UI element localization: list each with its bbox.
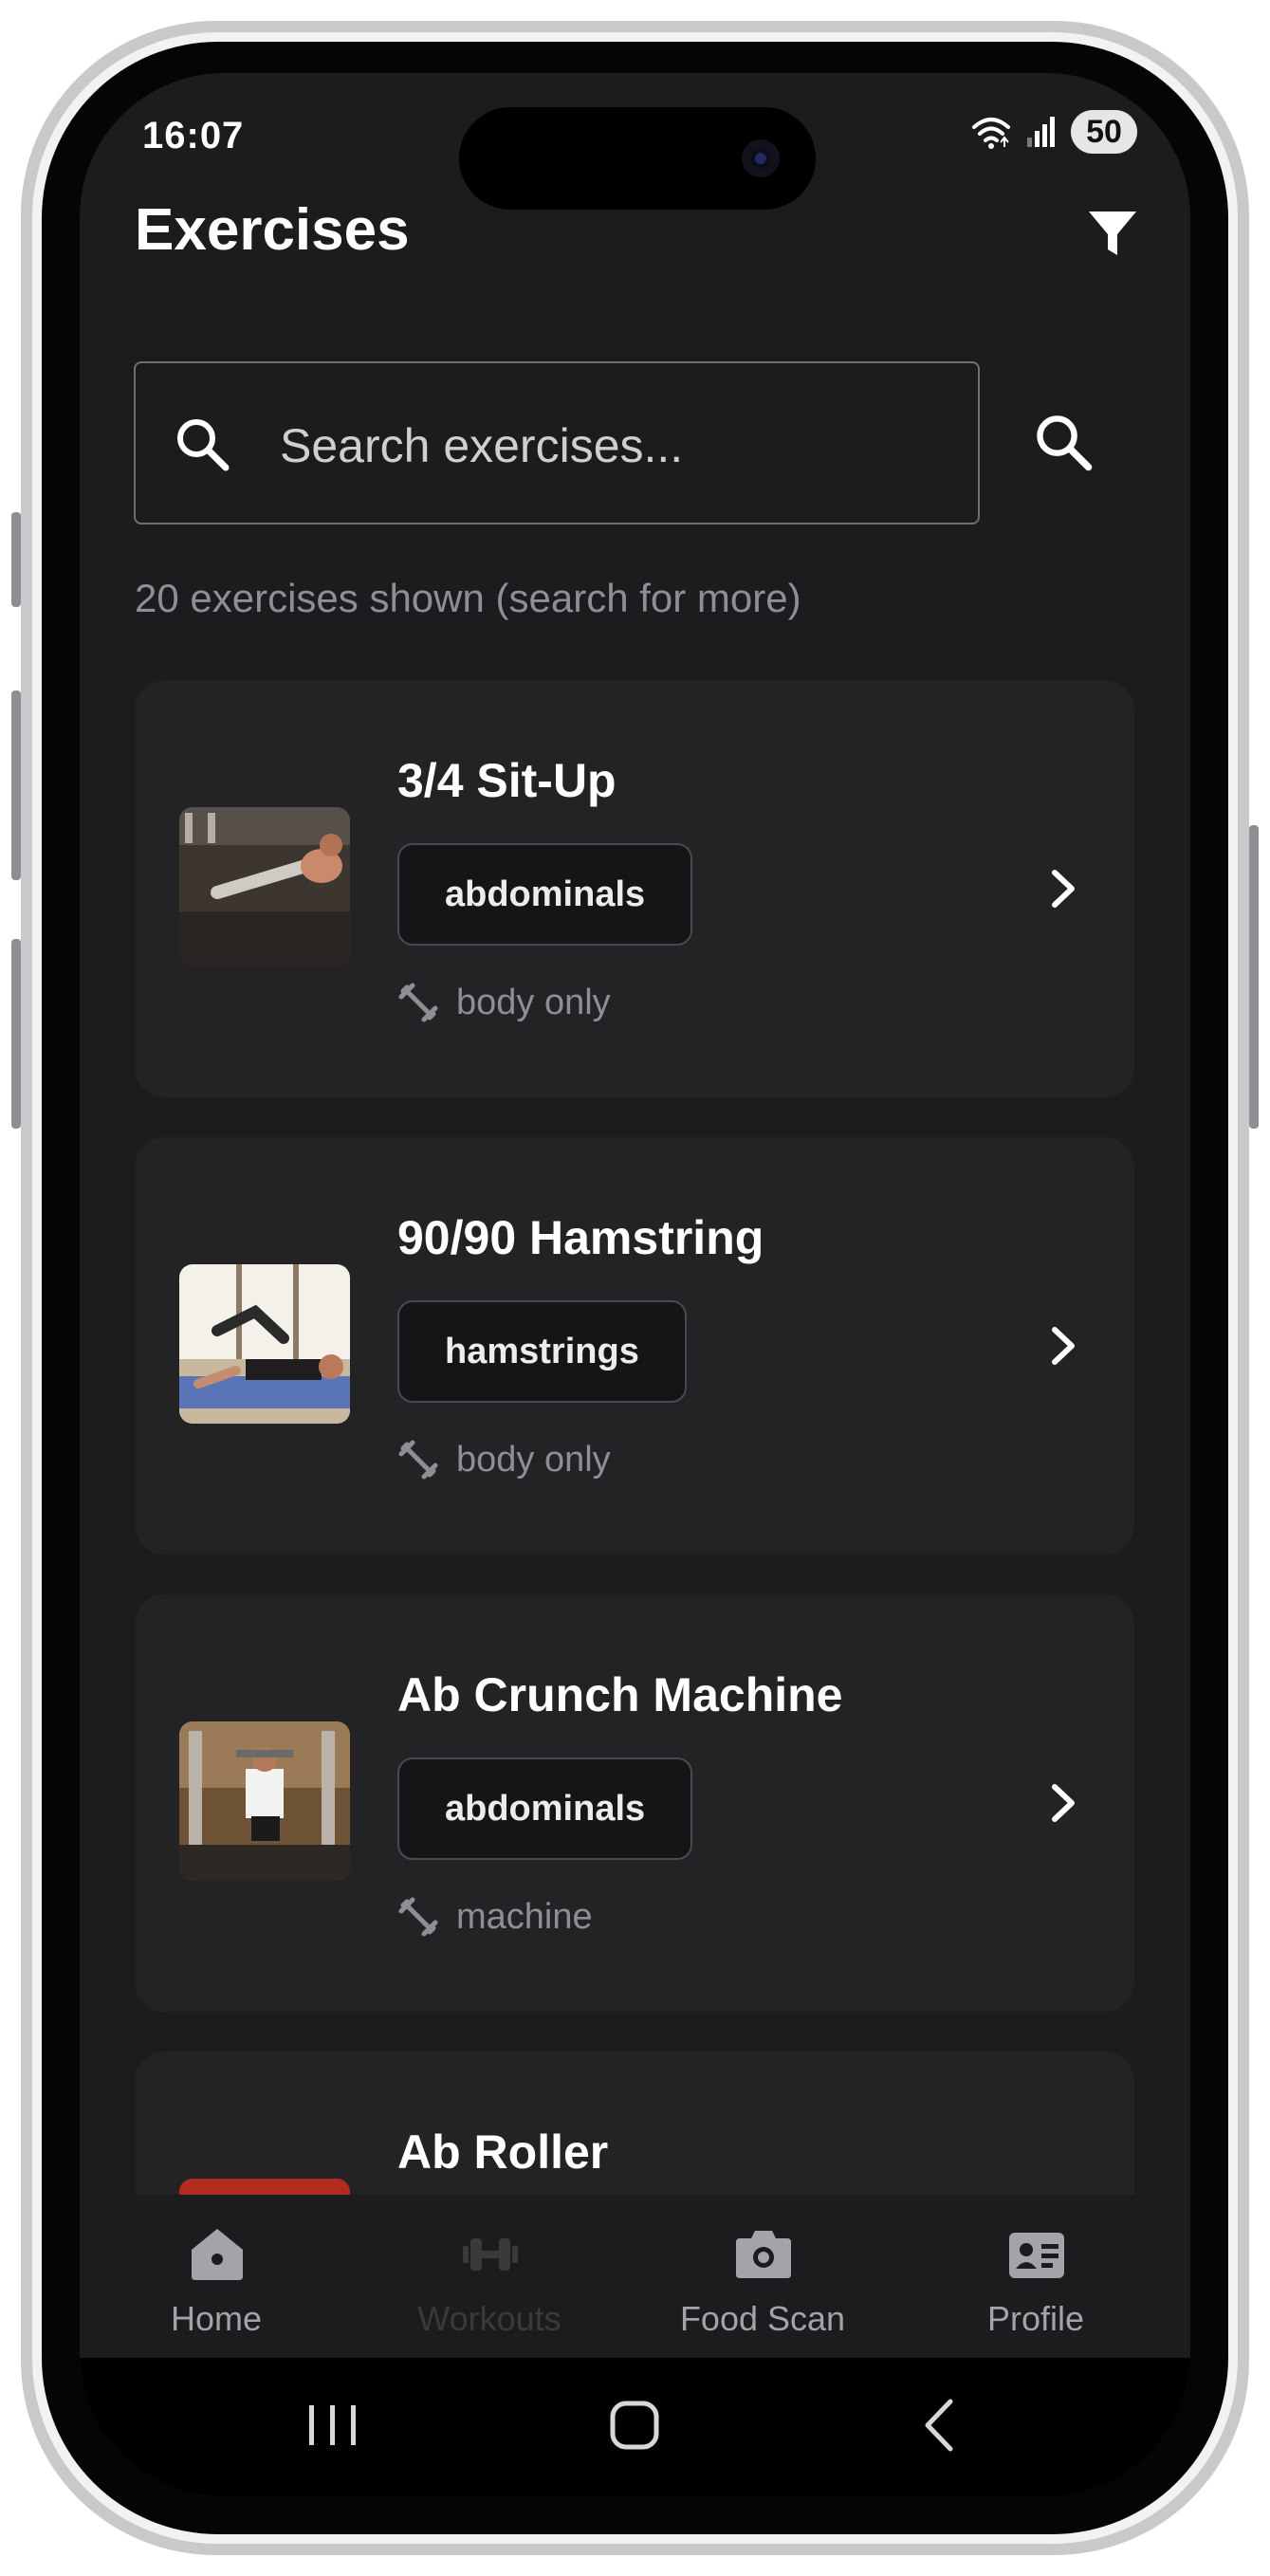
equipment-info: body only	[397, 1439, 611, 1481]
exercise-name: 90/90 Hamstring	[397, 1211, 764, 1264]
exercise-card[interactable]: 90/90 Hamstring hamstrings body only	[135, 1137, 1134, 1555]
muscle-tag: abdominals	[397, 1757, 693, 1860]
nav-label: Workouts	[417, 2299, 561, 2338]
nav-workouts[interactable]: Workouts	[357, 2197, 622, 2358]
power-button	[1249, 825, 1259, 1129]
exercise-thumbnail	[179, 2179, 350, 2195]
dumbbell-icon	[463, 2238, 518, 2271]
muscle-tag: abdominals	[397, 843, 693, 946]
id-card-icon	[1009, 2233, 1064, 2278]
wifi-icon	[972, 118, 1010, 149]
search-input[interactable]	[278, 401, 946, 490]
battery-indicator: 50	[1071, 110, 1137, 154]
dumbbell-icon	[398, 983, 438, 1022]
nav-label: Profile	[986, 2299, 1085, 2338]
volume-down-button	[11, 939, 21, 1129]
chevron-right-icon	[1052, 1784, 1075, 1822]
filter-icon	[1089, 212, 1136, 255]
exercise-card[interactable]: Ab Crunch Machine abdominals machine	[135, 1594, 1134, 2012]
system-navigation-bar	[80, 2358, 1190, 2496]
status-time: 16:07	[142, 115, 245, 156]
dynamic-island	[459, 107, 816, 210]
page-title: Exercises	[135, 197, 410, 263]
exercise-name: Ab Roller	[397, 2125, 609, 2179]
back-icon[interactable]	[897, 2392, 983, 2458]
equipment-info: body only	[397, 982, 611, 1023]
equipment-info: machine	[397, 1896, 593, 1938]
exercise-list[interactable]: 3/4 Sit-Up abdominals body only 90/90 Ha…	[135, 680, 1134, 2195]
volume-up-button	[11, 690, 21, 880]
signal-icon	[1027, 117, 1055, 147]
exercise-name: Ab Crunch Machine	[397, 1668, 843, 1721]
dumbbell-icon	[398, 1897, 438, 1937]
bottom-navigation: Home Workouts Food Scan Profile	[80, 2197, 1190, 2358]
exercise-thumbnail	[179, 1721, 350, 1881]
home-button-icon[interactable]	[592, 2392, 677, 2458]
equipment-label: machine	[456, 1896, 593, 1937]
results-count: 20 exercises shown (search for more)	[135, 576, 801, 620]
exercise-card[interactable]: 3/4 Sit-Up abdominals body only	[135, 680, 1134, 1097]
equipment-label: body only	[456, 1439, 611, 1480]
equipment-label: body only	[456, 982, 611, 1022]
search-button[interactable]	[1033, 412, 1095, 474]
nav-profile[interactable]: Profile	[903, 2197, 1169, 2358]
action-button	[11, 512, 21, 607]
chevron-right-icon	[1052, 1327, 1075, 1365]
muscle-tag: hamstrings	[397, 1300, 687, 1403]
filter-button[interactable]	[1085, 206, 1140, 261]
home-icon	[192, 2229, 243, 2280]
status-icons: 50	[970, 109, 1137, 155]
exercise-card[interactable]: Ab Roller	[135, 2052, 1134, 2195]
exercise-thumbnail	[179, 807, 350, 966]
front-camera	[742, 139, 780, 177]
nav-label: Home	[170, 2299, 263, 2338]
dumbbell-icon	[398, 1440, 438, 1480]
chevron-right-icon	[1052, 870, 1075, 908]
recent-apps-icon[interactable]	[290, 2392, 376, 2458]
app-screen: 16:07 50 Exercises Search exercises... 2…	[80, 73, 1190, 2496]
nav-label: Food Scan	[679, 2299, 846, 2338]
search-icon	[174, 415, 232, 474]
search-field[interactable]	[134, 361, 980, 524]
exercise-thumbnail	[179, 1264, 350, 1424]
search-icon	[1037, 415, 1093, 471]
exercise-name: 3/4 Sit-Up	[397, 754, 617, 807]
nav-home[interactable]: Home	[83, 2197, 349, 2358]
nav-food-scan[interactable]: Food Scan	[630, 2197, 895, 2358]
camera-icon	[736, 2231, 791, 2278]
